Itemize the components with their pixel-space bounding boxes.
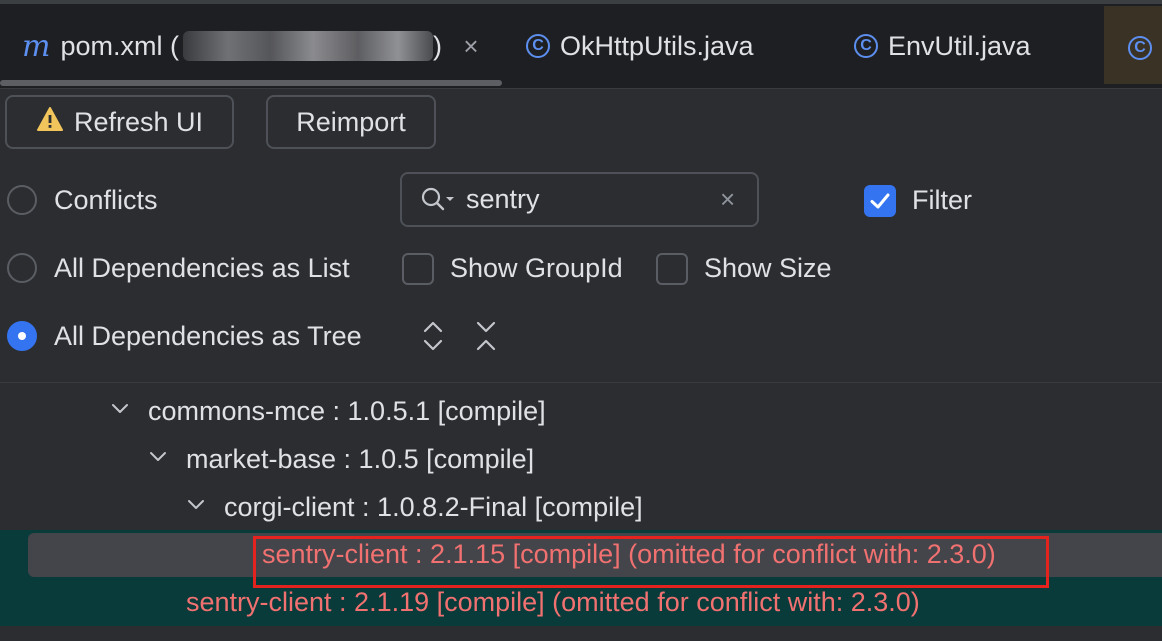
tab-label-tail: ): [432, 30, 442, 61]
radio-conflicts[interactable]: [7, 185, 37, 215]
java-class-icon: C: [1128, 36, 1152, 60]
chevron-down-icon[interactable]: [110, 399, 130, 419]
active-tab-indicator: [0, 80, 502, 86]
tab-label: pom.xml (: [60, 30, 179, 61]
radio-all-as-list[interactable]: [7, 253, 37, 283]
tab-label: OkHttpUtils.java: [560, 30, 754, 61]
collapse-all-icon[interactable]: [475, 320, 497, 357]
chevron-down-icon[interactable]: [186, 495, 206, 515]
refresh-ui-button[interactable]: Refresh UI: [5, 95, 234, 149]
refresh-ui-label: Refresh UI: [73, 106, 204, 137]
radio-all-as-list-label[interactable]: All Dependencies as List: [54, 252, 350, 284]
tab-bar-top-border: [0, 0, 1162, 4]
tree-row-label: market-base : 1.0.5 [compile]: [186, 444, 535, 474]
search-icon[interactable]: [420, 186, 456, 219]
java-class-icon: C: [526, 34, 550, 58]
clear-search-icon[interactable]: ×: [720, 185, 735, 213]
tree-row[interactable]: corgi-client : 1.0.8.2-Final [compile]: [0, 483, 1162, 531]
radio-all-as-tree-label[interactable]: All Dependencies as Tree: [54, 320, 362, 352]
radio-all-as-tree[interactable]: [7, 321, 37, 351]
reimport-button[interactable]: Reimport: [266, 95, 436, 149]
tree-row-label-conflict: sentry-client : 2.1.19 [compile] (omitte…: [186, 587, 920, 617]
tab-pom-xml[interactable]: m pom.xml ( ): [22, 24, 442, 68]
tree-row-partial: [0, 628, 1162, 640]
filter-checkbox[interactable]: [864, 185, 896, 217]
chevron-down-icon[interactable]: [148, 447, 168, 467]
show-size-label[interactable]: Show Size: [704, 252, 832, 284]
tab-envutil[interactable]: C EnvUtil.java: [854, 24, 1031, 68]
search-input[interactable]: [466, 182, 706, 216]
checkmark-icon: [870, 193, 890, 209]
highlight-annotation-box: [253, 536, 1049, 588]
tree-row[interactable]: market-base : 1.0.5 [compile]: [0, 435, 1162, 483]
tree-row[interactable]: commons-mce : 1.0.5.1 [compile]: [0, 387, 1162, 435]
expand-all-icon[interactable]: [422, 320, 444, 357]
reimport-label: Reimport: [296, 106, 406, 137]
show-groupid-label[interactable]: Show GroupId: [450, 252, 623, 284]
java-class-icon: C: [854, 34, 878, 58]
tab-close-icon[interactable]: ×: [461, 33, 481, 59]
editor-tab-bar: m pom.xml ( ) × C OkHttpUtils.java C Env…: [0, 0, 1162, 89]
tab-partial[interactable]: C: [1104, 6, 1162, 84]
tab-okhttputils[interactable]: C OkHttpUtils.java: [526, 24, 754, 68]
tree-row-label: commons-mce : 1.0.5.1 [compile]: [148, 396, 546, 426]
search-box[interactable]: ×: [400, 172, 759, 227]
radio-conflicts-label[interactable]: Conflicts: [54, 184, 158, 216]
warning-icon: [36, 106, 64, 139]
show-size-checkbox[interactable]: [656, 253, 688, 285]
tab-label: EnvUtil.java: [888, 30, 1031, 61]
maven-m-icon: m: [22, 28, 51, 64]
redacted-blur: [182, 31, 433, 61]
filter-label[interactable]: Filter: [912, 184, 972, 216]
show-groupid-checkbox[interactable]: [402, 253, 434, 285]
tree-row-label: corgi-client : 1.0.8.2-Final [compile]: [224, 492, 643, 522]
